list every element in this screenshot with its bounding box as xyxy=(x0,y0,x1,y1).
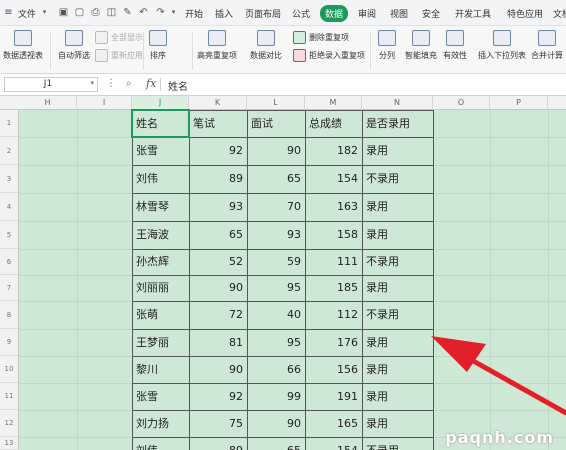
show-all-label: 全部显示 xyxy=(111,33,143,42)
formula-input[interactable]: 姓名 xyxy=(168,78,188,93)
formula-divider xyxy=(160,78,161,91)
pivot-table-button[interactable]: 数据透视表 xyxy=(3,30,43,61)
arrow-shaft xyxy=(465,355,566,416)
tab-data[interactable]: 数据 xyxy=(320,5,349,22)
remove-duplicates-icon xyxy=(293,31,306,44)
menu-file[interactable]: 文件 xyxy=(18,7,36,20)
validity-label: 有效性 xyxy=(443,51,467,60)
tab-page-layout[interactable]: 页面布局 xyxy=(245,7,281,20)
menu-icon[interactable]: ≡ xyxy=(3,7,14,18)
ribbon-divider xyxy=(143,32,144,70)
tab-formulas[interactable]: 公式 xyxy=(292,7,310,20)
ribbon-divider xyxy=(370,32,371,70)
show-all-icon xyxy=(95,31,108,44)
tab-special[interactable]: 特色应用 xyxy=(507,7,543,20)
data-compare-label: 数据对比 xyxy=(250,51,282,60)
remove-duplicates-button[interactable]: 删除重复项 xyxy=(293,31,349,44)
smart-fill-button[interactable]: 智能填充 xyxy=(405,30,437,61)
watermark: paqnh.com xyxy=(445,428,554,447)
pivot-table-icon xyxy=(14,30,32,46)
autofilter-label: 自动筛选 xyxy=(58,51,90,60)
reapply-label: 重新应用 xyxy=(111,51,143,60)
text-to-columns-button[interactable]: 分列 xyxy=(378,30,396,61)
tab-view[interactable]: 视图 xyxy=(390,7,408,20)
tab-docs[interactable]: 文档 xyxy=(553,7,566,20)
fx-icon[interactable]: fx xyxy=(146,77,156,90)
sort-label: 排序 xyxy=(150,51,166,60)
reapply-button[interactable]: 重新应用 xyxy=(95,49,143,62)
tab-insert[interactable]: 插入 xyxy=(215,7,233,20)
formula-bar: J1 ▾ ⋮ ⌕ fx 姓名 xyxy=(0,74,566,96)
dropdown-list-icon xyxy=(493,30,511,46)
redo-icon[interactable]: ↷ xyxy=(155,7,166,18)
annotation-arrow xyxy=(431,336,566,416)
tab-review[interactable]: 审阅 xyxy=(358,7,376,20)
consolidate-label: 合并计算 xyxy=(531,51,563,60)
ribbon-divider xyxy=(192,32,193,70)
data-compare-icon xyxy=(257,30,275,46)
sort-icon xyxy=(149,30,167,46)
print-icon[interactable]: ⎙ xyxy=(90,7,101,18)
highlight-duplicates-button[interactable]: 高亮重复项 xyxy=(197,30,237,61)
filter-icon xyxy=(65,30,83,46)
pivot-table-label: 数据透视表 xyxy=(3,51,43,60)
sort-button[interactable]: 排序 xyxy=(149,30,167,61)
ribbon-toolbar: 数据透视表 自动筛选 全部显示 重新应用 排序 高亮重复项 数据对比 删除重复项… xyxy=(0,26,566,74)
highlight-duplicates-icon xyxy=(208,30,226,46)
menu-bar: ≡ 文件 ▾ ▣ ▢ ⎙ ◫ ✎ ↶ ↷ ▾ 开始 插入 页面布局 公式 数据 … xyxy=(0,0,566,26)
chevron-down-icon: ▾ xyxy=(90,79,94,87)
autofilter-button[interactable]: 自动筛选 xyxy=(58,30,90,61)
data-compare-button[interactable]: 数据对比 xyxy=(250,30,282,61)
remove-duplicates-label: 删除重复项 xyxy=(309,33,349,42)
show-all-button[interactable]: 全部显示 xyxy=(95,31,143,44)
name-box[interactable]: J1 ▾ xyxy=(4,77,98,92)
new-file-icon[interactable]: ▢ xyxy=(74,7,85,18)
undo-icon[interactable]: ↶ xyxy=(138,7,149,18)
insert-dropdown-button[interactable]: 插入下拉列表 xyxy=(478,30,526,61)
arrow-head xyxy=(431,336,486,372)
reject-duplicates-icon xyxy=(293,49,306,62)
consolidate-icon xyxy=(538,30,556,46)
reject-duplicates-label: 拒绝录入重复项 xyxy=(309,51,365,60)
chevron-down-icon[interactable]: ▾ xyxy=(39,7,50,18)
format-painter-icon[interactable]: ✎ xyxy=(122,7,133,18)
validity-icon xyxy=(446,30,464,46)
more-icon: ⋮ xyxy=(106,78,116,89)
insert-dropdown-label: 插入下拉列表 xyxy=(478,51,526,60)
reject-duplicates-button[interactable]: 拒绝录入重复项 xyxy=(293,49,365,62)
highlight-duplicates-label: 高亮重复项 xyxy=(197,51,237,60)
reapply-icon xyxy=(95,49,108,62)
tab-security[interactable]: 安全 xyxy=(422,7,440,20)
split-columns-icon xyxy=(378,30,396,46)
smart-fill-icon xyxy=(412,30,430,46)
tab-developer[interactable]: 开发工具 xyxy=(455,7,491,20)
chevron-down-icon[interactable]: ▾ xyxy=(168,7,179,18)
consolidate-button[interactable]: 合并计算 xyxy=(531,30,563,61)
spreadsheet-grid[interactable]: HIJKLMNOP 1 2 3 4 5 6 7 8 9 10 11 12 13 姓名 笔试 面试 总成绩 是否录… xyxy=(0,96,566,450)
save-icon[interactable]: ▣ xyxy=(58,7,69,18)
ribbon-divider xyxy=(50,32,51,70)
zoom-icon[interactable]: ⌕ xyxy=(126,78,132,90)
smart-fill-label: 智能填充 xyxy=(405,51,437,60)
text-to-columns-label: 分列 xyxy=(379,51,395,60)
print-preview-icon[interactable]: ◫ xyxy=(106,7,117,18)
validity-button[interactable]: 有效性 xyxy=(443,30,467,61)
cell-reference: J1 xyxy=(43,79,53,89)
tab-home[interactable]: 开始 xyxy=(185,7,203,20)
